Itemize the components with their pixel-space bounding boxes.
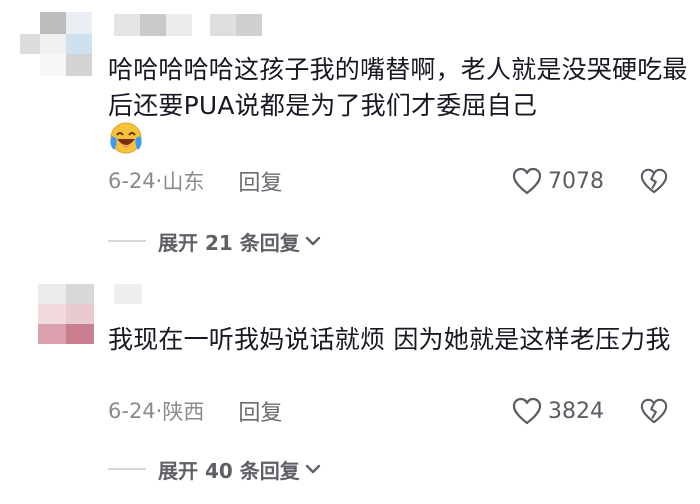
comment-date: 6-24 bbox=[108, 399, 156, 423]
expand-replies-label: 展开 21 条回复 bbox=[158, 230, 300, 255]
heart-outline-icon bbox=[512, 167, 542, 195]
comment-location: 山东 bbox=[162, 170, 205, 194]
reply-button[interactable]: 回复 bbox=[238, 395, 282, 427]
comment-item[interactable]: 我现在一听我妈说话就烦 因为她就是这样老压力我 6-24 · 陕西 回复 382… bbox=[0, 272, 700, 504]
comment-text: 我现在一听我妈说话就烦 因为她就是这样老压力我 bbox=[108, 325, 671, 354]
expand-replies-button[interactable]: 展开 40 条回复 bbox=[108, 454, 322, 484]
chevron-down-icon bbox=[305, 236, 320, 246]
avatar[interactable] bbox=[20, 10, 102, 82]
comment-item[interactable]: 哈哈哈哈哈这孩子我的嘴替啊，老人就是没哭硬吃最后还要PUA说都是为了我们才委屈自… bbox=[0, 0, 700, 268]
reply-button[interactable]: 回复 bbox=[238, 165, 282, 197]
divider-line bbox=[108, 240, 146, 242]
like-button[interactable]: 7078 bbox=[512, 166, 604, 196]
laughing-crying-emoji-icon bbox=[110, 122, 142, 154]
like-count: 7078 bbox=[548, 168, 604, 194]
broken-heart-outline-icon[interactable] bbox=[640, 397, 668, 425]
like-count: 3824 bbox=[548, 398, 604, 424]
avatar[interactable] bbox=[16, 284, 106, 346]
expand-replies-button[interactable]: 展开 21 条回复 bbox=[108, 226, 322, 256]
comment-meta: 6-24 · 山东 回复 bbox=[108, 166, 282, 196]
comment-meta: 6-24 · 陕西 回复 bbox=[108, 396, 282, 426]
like-button[interactable]: 3824 bbox=[512, 396, 604, 426]
heart-outline-icon bbox=[512, 397, 542, 425]
comment-date: 6-24 bbox=[108, 169, 156, 193]
comment-location: 陕西 bbox=[162, 400, 205, 424]
meta-separator: · bbox=[155, 399, 163, 423]
username[interactable] bbox=[114, 284, 174, 306]
divider-line bbox=[108, 468, 146, 470]
username[interactable] bbox=[114, 14, 274, 38]
meta-separator: · bbox=[155, 169, 163, 193]
comment-text: 哈哈哈哈哈这孩子我的嘴替啊，老人就是没哭硬吃最后还要PUA说都是为了我们才委屈自… bbox=[108, 55, 688, 120]
expand-replies-label: 展开 40 条回复 bbox=[158, 458, 300, 483]
broken-heart-outline-icon[interactable] bbox=[640, 167, 668, 195]
chevron-down-icon bbox=[305, 464, 320, 474]
